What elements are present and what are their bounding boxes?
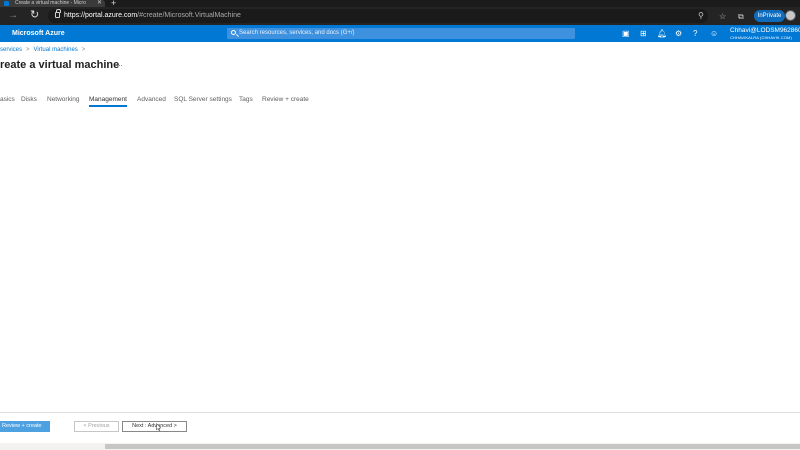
search-placeholder: Search resources, services, and docs (G+… — [239, 30, 355, 36]
review-create-button[interactable]: Review + create — [0, 421, 50, 432]
footer-divider — [0, 412, 800, 413]
browser-tab-strip: Create a virtual machine - Micro ✕ + — [0, 0, 800, 8]
url-text[interactable]: https://portal.azure.com/#create/Microso… — [64, 9, 241, 23]
next-advanced-button[interactable]: Next : Advanced > — [122, 421, 187, 432]
forward-arrow-icon[interactable]: → — [8, 10, 18, 21]
azure-brand[interactable]: Microsoft Azure — [12, 25, 65, 42]
tab-disks[interactable]: Disks — [21, 95, 37, 105]
account-name: Chhavi@LODSM962860.... — [730, 27, 800, 34]
search-icon — [231, 30, 236, 35]
browser-tab[interactable]: Create a virtual machine - Micro ✕ — [0, 0, 105, 7]
favorites-star-icon[interactable]: ☆ — [719, 11, 726, 23]
breadcrumb: services > Virtual machines > — [0, 46, 89, 54]
profile-avatar[interactable] — [785, 10, 796, 21]
inprivate-badge[interactable]: InPrivate — [754, 10, 785, 22]
tab-sql-server-settings[interactable]: SQL Server settings — [174, 95, 232, 105]
tab-basics[interactable]: asics — [0, 95, 15, 105]
tracking-prevention-icon[interactable]: ⚲ — [698, 10, 704, 22]
notifications-bell-icon[interactable]: 🔔︎ — [657, 29, 667, 38]
breadcrumb-item-services[interactable]: services — [0, 47, 22, 53]
address-bar[interactable]: https://portal.azure.com/#create/Microso… — [48, 9, 708, 23]
chevron-right-icon: > — [81, 47, 86, 53]
tab-review-create[interactable]: Review + create — [262, 95, 309, 105]
feedback-icon[interactable]: ☺ — [710, 29, 718, 38]
previous-button[interactable]: < Previous — [74, 421, 119, 432]
browser-toolbar: → ↻ https://portal.azure.com/#create/Mic… — [0, 7, 800, 25]
account-menu[interactable]: Chhavi@LODSM962860.... CHHAVIKALRA (CHHA… — [730, 27, 800, 40]
chevron-right-icon: > — [26, 47, 30, 53]
wizard-tabs: asics Disks Networking Management Advanc… — [0, 95, 400, 108]
page-title: reate a virtual machine — [0, 59, 120, 71]
scrollbar-thumb[interactable] — [105, 444, 800, 449]
help-icon[interactable]: ? — [693, 29, 697, 38]
tab-close-icon[interactable]: ✕ — [97, 0, 102, 7]
more-options-icon[interactable]: ... — [116, 58, 123, 70]
horizontal-scrollbar[interactable] — [0, 443, 800, 450]
reload-icon[interactable]: ↻ — [30, 9, 39, 21]
new-tab-button[interactable]: + — [111, 0, 116, 8]
browser-tab-title: Create a virtual machine - Micro — [15, 0, 86, 6]
collections-icon[interactable]: ⧉ — [738, 11, 744, 23]
directory-filter-icon[interactable]: ⊞ — [640, 29, 647, 38]
azure-favicon-icon — [4, 1, 9, 6]
global-search-input[interactable]: Search resources, services, and docs (G+… — [227, 28, 575, 39]
azure-header: Microsoft Azure Search resources, servic… — [0, 25, 800, 42]
mouse-pointer-icon — [156, 423, 161, 431]
settings-gear-icon[interactable]: ⚙ — [675, 29, 682, 38]
cloud-shell-icon[interactable]: ▣ — [622, 29, 630, 38]
tab-advanced[interactable]: Advanced — [137, 95, 166, 105]
lock-icon — [55, 9, 61, 18]
account-tenant: CHHAVIKALRA (CHHAVIK.COM) — [730, 35, 792, 40]
tab-management[interactable]: Management — [89, 95, 127, 107]
tab-tags[interactable]: Tags — [239, 95, 253, 105]
breadcrumb-item-virtual-machines[interactable]: Virtual machines — [34, 47, 78, 53]
tab-networking[interactable]: Networking — [47, 95, 80, 105]
